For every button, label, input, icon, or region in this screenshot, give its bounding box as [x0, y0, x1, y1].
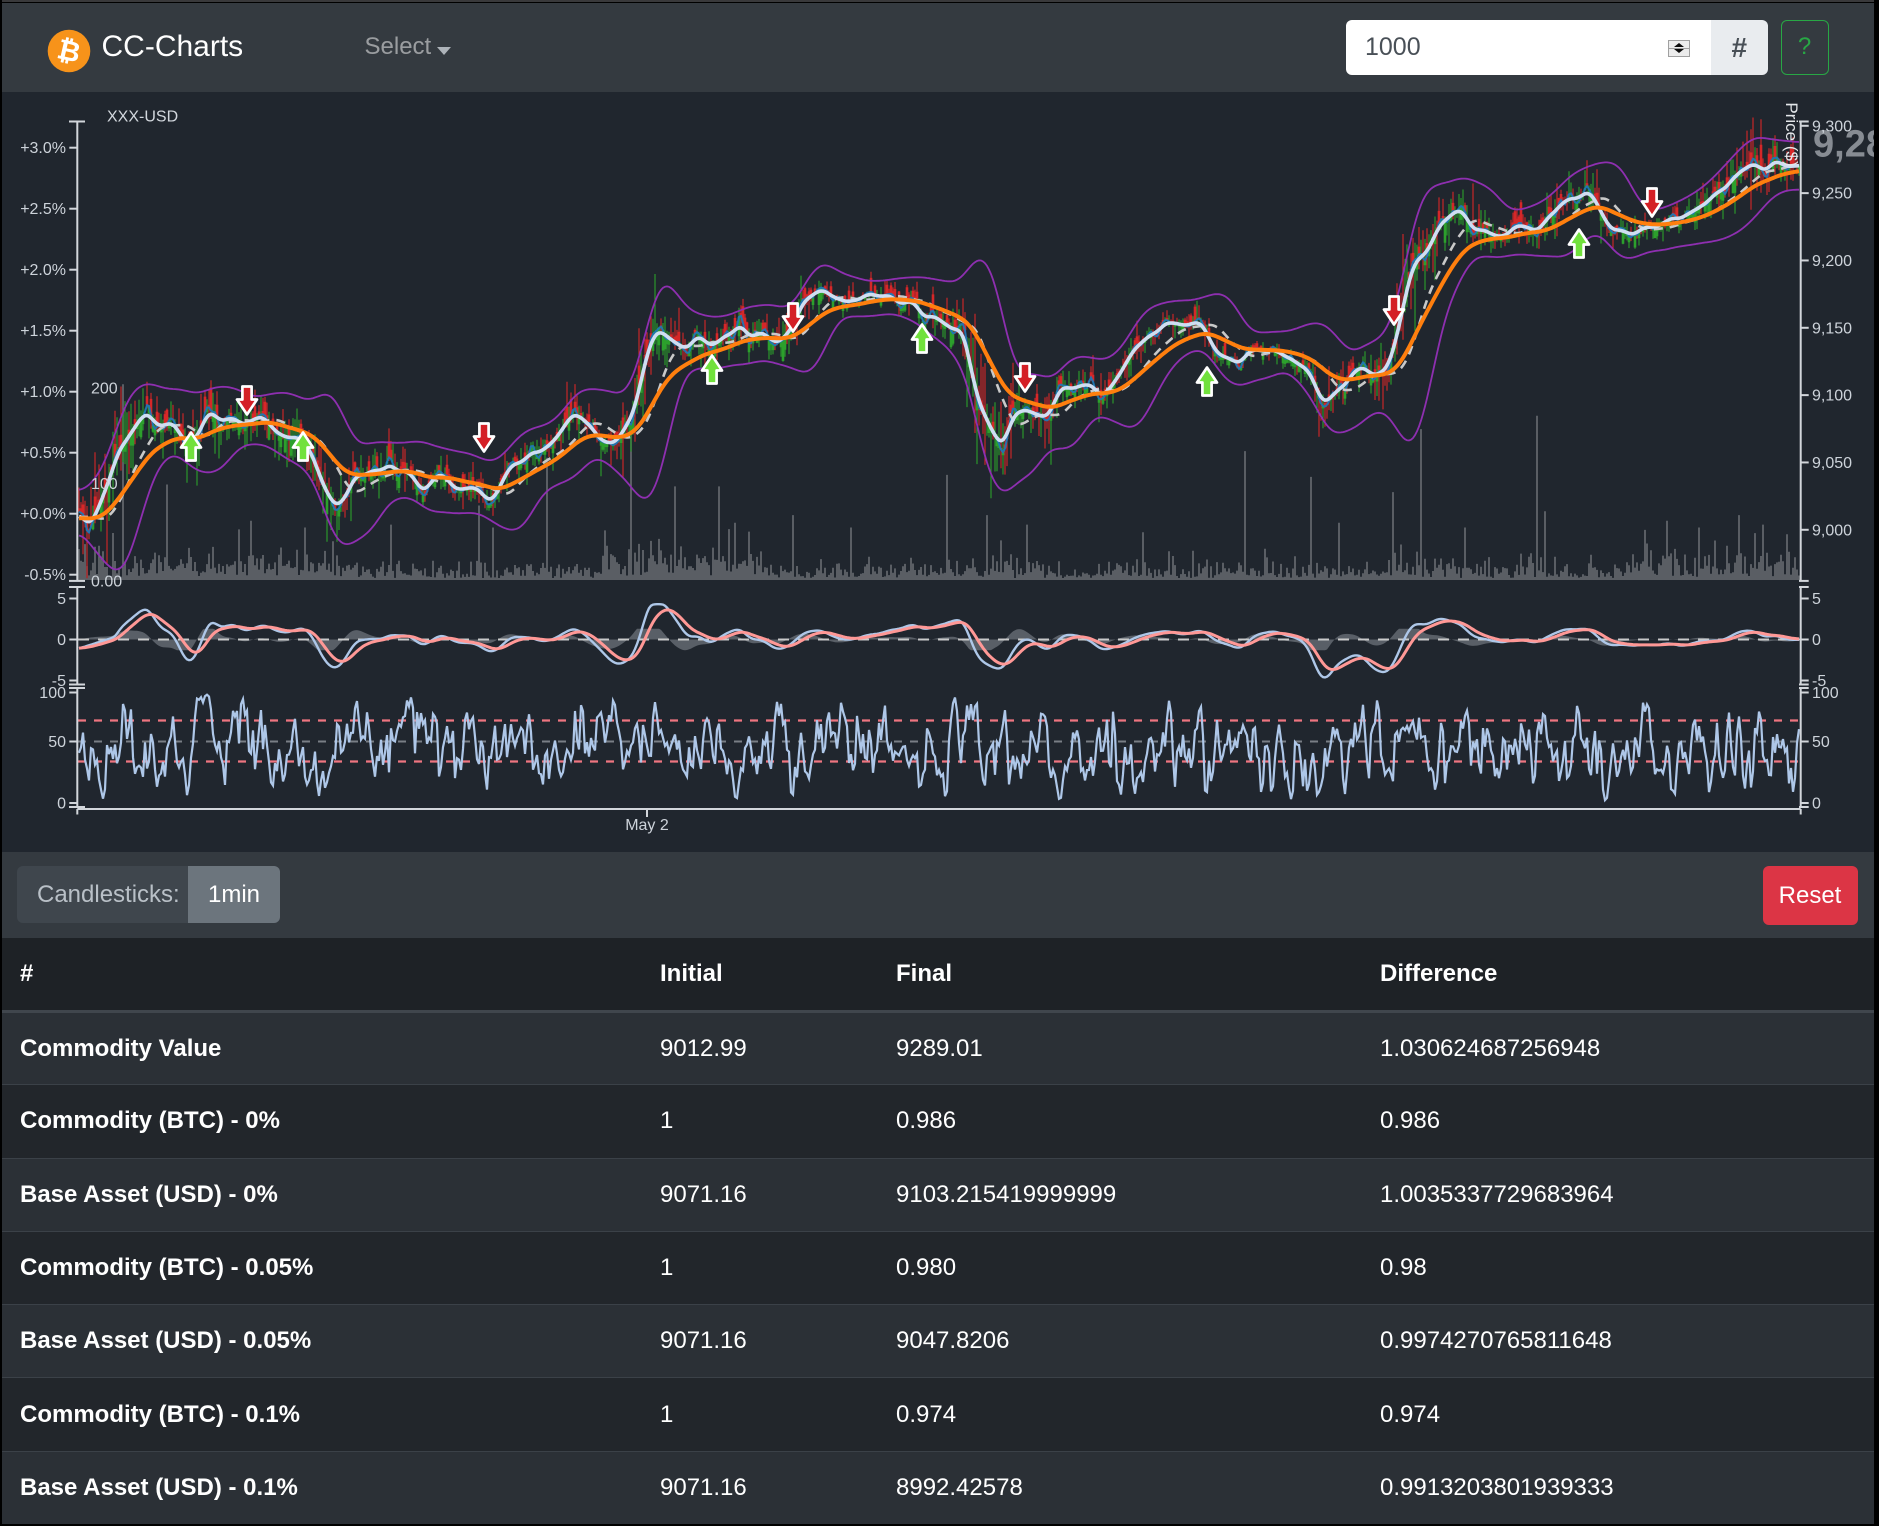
- svg-text:100: 100: [39, 685, 66, 702]
- svg-text:9,150: 9,150: [1812, 320, 1852, 337]
- svg-text:XXX-USD: XXX-USD: [107, 108, 178, 125]
- svg-text:0: 0: [1812, 632, 1821, 649]
- svg-text:0: 0: [57, 795, 66, 812]
- svg-text:0: 0: [1812, 795, 1821, 812]
- svg-text:50: 50: [1812, 734, 1830, 751]
- svg-text:9,100: 9,100: [1812, 387, 1852, 404]
- svg-text:0.00: 0.00: [91, 573, 122, 590]
- svg-text:-0.5%: -0.5%: [24, 567, 66, 584]
- svg-text:5: 5: [57, 591, 66, 608]
- svg-text:5: 5: [1812, 591, 1821, 608]
- svg-text:Price ($): Price ($): [1782, 102, 1801, 166]
- svg-text:+3.0%: +3.0%: [20, 140, 66, 157]
- svg-text:100: 100: [1812, 685, 1839, 702]
- svg-text:+2.5%: +2.5%: [20, 201, 66, 218]
- svg-text:100: 100: [91, 476, 118, 493]
- svg-text:200: 200: [91, 380, 118, 397]
- svg-text:+1.5%: +1.5%: [20, 323, 66, 340]
- svg-text:9,000: 9,000: [1812, 522, 1852, 539]
- svg-text:+0.0%: +0.0%: [20, 506, 66, 523]
- svg-text:+0.5%: +0.5%: [20, 445, 66, 462]
- svg-text:May 2: May 2: [625, 817, 669, 834]
- svg-text:+2.0%: +2.0%: [20, 262, 66, 279]
- svg-text:50: 50: [48, 734, 66, 751]
- svg-text:9,250: 9,250: [1812, 185, 1852, 202]
- svg-text:9,200: 9,200: [1812, 252, 1852, 269]
- svg-text:9,050: 9,050: [1812, 454, 1852, 471]
- svg-text:9,300: 9,300: [1812, 118, 1852, 135]
- svg-text:+1.0%: +1.0%: [20, 384, 66, 401]
- svg-text:0: 0: [57, 632, 66, 649]
